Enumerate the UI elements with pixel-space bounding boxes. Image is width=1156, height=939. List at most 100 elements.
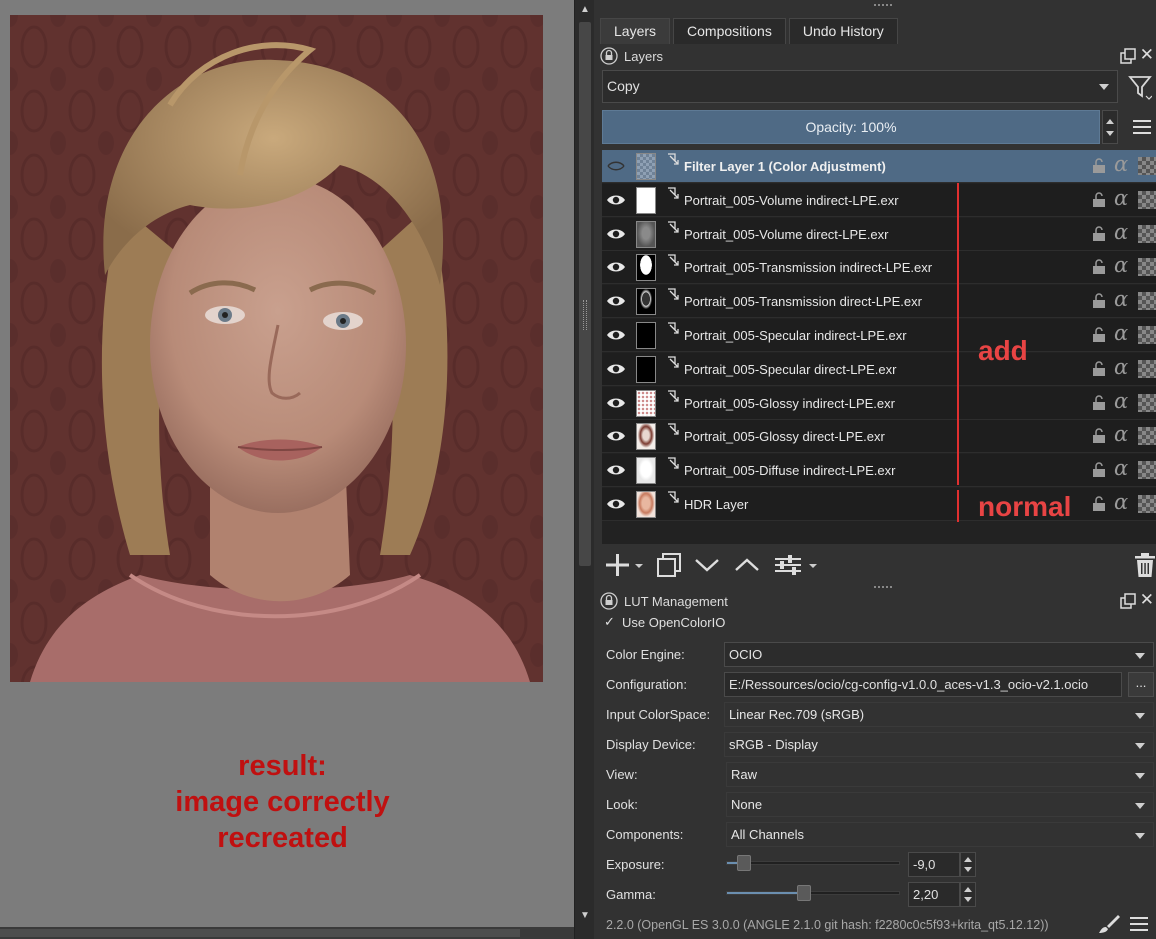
alpha-lock-icon[interactable]: α: [1114, 422, 1128, 446]
layer-row[interactable]: Portrait_005-Specular direct-LPE.exr α: [602, 352, 1156, 386]
layer-row[interactable]: HDR Layer α: [602, 488, 1156, 521]
duplicate-layer-icon[interactable]: [656, 552, 682, 578]
opacity-slider[interactable]: Opacity: 100%: [602, 110, 1100, 144]
blend-mode-select[interactable]: Copy: [602, 70, 1118, 103]
look-select[interactable]: None: [726, 792, 1154, 817]
canvas-area[interactable]: result: image correctly recreated: [0, 0, 574, 939]
eye-visible-icon[interactable]: [606, 225, 626, 243]
alpha-lock-icon[interactable]: α: [1114, 456, 1128, 480]
alpha-lock-icon[interactable]: α: [1114, 490, 1128, 514]
layer-row[interactable]: Portrait_005-Specular indirect-LPE.exr α: [602, 319, 1156, 352]
layer-row[interactable]: Portrait_005-Glossy indirect-LPE.exr α: [602, 386, 1156, 420]
unlock-icon[interactable]: [1092, 462, 1106, 478]
canvas-horizontal-scrollbar[interactable]: [0, 927, 574, 939]
gamma-slider[interactable]: [726, 885, 900, 901]
docker-lock-icon[interactable]: [600, 47, 618, 65]
float-docker-icon[interactable]: [1120, 48, 1136, 64]
filter-icon[interactable]: [1128, 74, 1152, 100]
layer-properties-icon[interactable]: [774, 554, 820, 576]
color-engine-select[interactable]: OCIO: [724, 642, 1154, 667]
unlock-icon[interactable]: [1092, 496, 1106, 512]
layer-row[interactable]: Portrait_005-Transmission indirect-LPE.e…: [602, 251, 1156, 285]
move-layer-up-icon[interactable]: [734, 556, 760, 574]
scrollbar-thumb[interactable]: [0, 929, 520, 937]
components-select[interactable]: All Channels: [726, 822, 1154, 847]
layer-row[interactable]: Portrait_005-Transmission direct-LPE.exr…: [602, 285, 1156, 319]
opacity-spinner[interactable]: [1102, 110, 1118, 144]
exposure-value-field[interactable]: -9,0: [908, 852, 960, 877]
configuration-path-field[interactable]: E:/Ressources/ocio/cg-config-v1.0.0_aces…: [724, 672, 1122, 697]
eye-visible-icon[interactable]: [606, 191, 626, 209]
tab-layers[interactable]: Layers: [600, 18, 671, 44]
inherit-alpha-icon[interactable]: [1138, 359, 1156, 378]
inherit-alpha-icon[interactable]: [1138, 427, 1156, 446]
slider-handle[interactable]: [797, 885, 812, 901]
alpha-lock-icon[interactable]: α: [1114, 220, 1128, 244]
unlock-icon[interactable]: [1092, 428, 1106, 444]
alpha-lock-icon[interactable]: α: [1114, 355, 1128, 379]
unlock-icon[interactable]: [1092, 225, 1106, 242]
unlock-icon[interactable]: [1092, 394, 1106, 411]
layer-row[interactable]: Portrait_005-Glossy direct-LPE.exr α: [602, 420, 1156, 454]
inherit-alpha-icon[interactable]: [1138, 190, 1156, 209]
scroll-up-arrow-icon[interactable]: ▲: [577, 4, 593, 18]
inherit-alpha-icon[interactable]: [1138, 292, 1156, 311]
unlock-icon[interactable]: [1092, 158, 1106, 174]
alpha-lock-icon[interactable]: α: [1114, 253, 1128, 277]
inherit-alpha-icon[interactable]: [1138, 393, 1156, 412]
inherit-alpha-icon[interactable]: [1138, 157, 1156, 175]
canvas-vertical-scrollbar[interactable]: ▲ ▼: [574, 0, 594, 939]
alpha-lock-icon[interactable]: α: [1114, 287, 1128, 311]
spin-up-icon[interactable]: [964, 887, 972, 892]
inherit-alpha-icon[interactable]: [1138, 461, 1156, 480]
input-colorspace-select[interactable]: Linear Rec.709 (sRGB): [724, 702, 1154, 727]
browse-configuration-button[interactable]: ...: [1128, 672, 1154, 697]
layer-row[interactable]: Portrait_005-Diffuse indirect-LPE.exr α: [602, 454, 1156, 488]
move-layer-down-icon[interactable]: [694, 556, 720, 574]
hamburger-menu-icon[interactable]: [1132, 118, 1152, 136]
brush-icon[interactable]: [1098, 914, 1120, 934]
layer-list[interactable]: Filter Layer 1 (Color Adjustment) α Portra…: [602, 150, 1156, 544]
slider-handle[interactable]: [736, 855, 751, 871]
inherit-alpha-icon[interactable]: [1138, 495, 1156, 513]
layer-row[interactable]: Filter Layer 1 (Color Adjustment) α: [602, 150, 1156, 183]
scrollbar-thumb[interactable]: [579, 22, 591, 566]
inherit-alpha-icon[interactable]: [1138, 258, 1156, 277]
gamma-value-field[interactable]: 2,20: [908, 882, 960, 907]
spin-down-icon[interactable]: [1106, 131, 1114, 136]
unlock-icon[interactable]: [1092, 192, 1106, 208]
inherit-alpha-icon[interactable]: [1138, 224, 1156, 243]
gamma-spinner[interactable]: [960, 882, 976, 907]
spin-up-icon[interactable]: [1106, 119, 1114, 124]
unlock-icon[interactable]: [1092, 293, 1106, 309]
spin-up-icon[interactable]: [964, 857, 972, 862]
tab-undo-history[interactable]: Undo History: [788, 18, 898, 44]
eye-visible-icon[interactable]: [606, 394, 626, 412]
float-docker-icon[interactable]: [1120, 593, 1136, 609]
scroll-down-arrow-icon[interactable]: ▼: [577, 910, 593, 924]
eye-hidden-icon[interactable]: [606, 157, 626, 175]
display-device-select[interactable]: sRGB - Display: [724, 732, 1154, 757]
close-docker-icon[interactable]: ✕: [1140, 590, 1154, 610]
delete-layer-icon[interactable]: [1134, 552, 1156, 578]
alpha-lock-icon[interactable]: α: [1114, 321, 1128, 345]
eye-visible-icon[interactable]: [606, 461, 626, 479]
layer-row[interactable]: Portrait_005-Volume indirect-LPE.exr α: [602, 183, 1156, 217]
spin-down-icon[interactable]: [964, 897, 972, 902]
docker-lock-icon[interactable]: [600, 592, 618, 610]
eye-visible-icon[interactable]: [606, 360, 626, 378]
eye-visible-icon[interactable]: [606, 326, 626, 344]
unlock-icon[interactable]: [1092, 259, 1106, 275]
close-docker-icon[interactable]: ✕: [1140, 45, 1154, 65]
layer-row[interactable]: Portrait_005-Volume direct-LPE.exr α: [602, 217, 1156, 251]
eye-visible-icon[interactable]: [606, 292, 626, 310]
exposure-spinner[interactable]: [960, 852, 976, 877]
spin-down-icon[interactable]: [964, 867, 972, 872]
exposure-slider[interactable]: [726, 855, 900, 871]
eye-visible-icon[interactable]: [606, 427, 626, 445]
tab-compositions[interactable]: Compositions: [673, 18, 786, 44]
alpha-lock-icon[interactable]: α: [1114, 186, 1128, 210]
alpha-lock-icon[interactable]: α: [1114, 152, 1128, 176]
inherit-alpha-icon[interactable]: [1138, 326, 1156, 344]
eye-visible-icon[interactable]: [606, 258, 626, 276]
